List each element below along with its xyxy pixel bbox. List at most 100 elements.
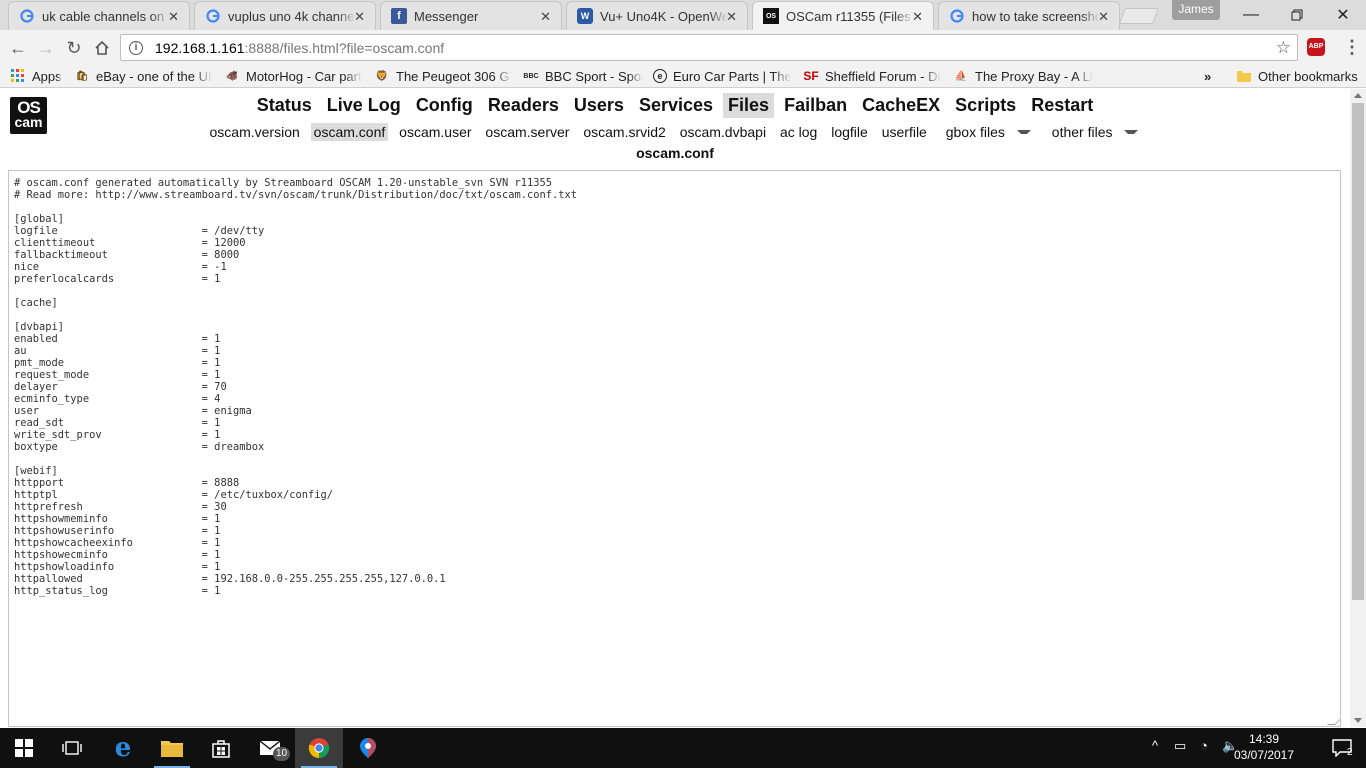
new-tab-button[interactable] [1119, 8, 1159, 24]
bookmark-other-folder[interactable]: Other bookmarks [1236, 67, 1364, 85]
menu-cacheex[interactable]: CacheEX [857, 93, 945, 118]
bookmark-bbc[interactable]: BBC BBC Sport - Sport [523, 67, 643, 85]
config-line: write_sdt_prov = 1 [14, 429, 221, 441]
tab-4[interactable]: OS OSCam r11355 (Files) ✕ [752, 1, 934, 30]
menu-files[interactable]: Files [723, 93, 775, 118]
mail-badge: 10 [273, 747, 291, 761]
bookmarks-overflow-icon[interactable]: » [1204, 67, 1218, 85]
bookmark-peugeot[interactable]: 🦁 The Peugeot 306 GTi [374, 67, 512, 85]
forward-icon[interactable]: → [35, 37, 57, 59]
close-icon[interactable]: ✕ [540, 9, 551, 25]
tab-1[interactable]: vuplus uno 4k channels ✕ [194, 1, 376, 30]
menu-readers[interactable]: Readers [483, 93, 564, 118]
resize-handle-icon[interactable] [1327, 717, 1340, 725]
clock-time: 14:39 [1248, 732, 1280, 746]
battery-icon[interactable]: ▭ [1174, 738, 1186, 754]
peugeot-icon: 🦁 [375, 70, 389, 82]
close-icon[interactable]: ✕ [912, 9, 923, 25]
bookmark-sheffield-forum[interactable]: SF Sheffield Forum - Dis [803, 67, 941, 85]
close-icon[interactable]: ✕ [726, 9, 737, 25]
config-line: # Read more: http://www.streamboard.tv/s… [14, 189, 578, 201]
home-icon[interactable] [91, 37, 113, 59]
taskbar-chrome[interactable] [295, 728, 343, 768]
minimize-icon[interactable]: — [1228, 0, 1274, 30]
config-line: httpshowloadinfo = 1 [14, 561, 221, 573]
taskbar-file-explorer[interactable] [148, 728, 196, 768]
taskbar-store[interactable] [197, 728, 245, 768]
action-center-button[interactable]: 2 [1318, 728, 1366, 768]
menu-services[interactable]: Services [634, 93, 718, 118]
menu-config[interactable]: Config [411, 93, 478, 118]
show-hidden-icons-icon[interactable]: ^ [1152, 738, 1158, 753]
bookmark-label: Sheffield Forum - Dis [825, 68, 941, 84]
file-link-oscam-srvid2[interactable]: oscam.srvid2 [580, 123, 668, 141]
folder-icon [1236, 68, 1252, 84]
tab-2[interactable]: f Messenger ✕ [380, 1, 562, 30]
tab-title: OSCam r11355 (Files) [786, 8, 914, 24]
close-window-icon[interactable]: ✕ [1320, 0, 1366, 30]
back-icon[interactable]: ← [7, 37, 29, 59]
tab-title: vuplus uno 4k channels [228, 8, 356, 24]
file-title: oscam.conf [636, 145, 714, 161]
config-line [14, 201, 1335, 213]
tab-title: uk cable channels on tv [42, 8, 170, 24]
address-bar[interactable]: i 192.168.1.161:8888/files.html?file=osc… [120, 34, 1298, 61]
system-clock[interactable]: 14:39 03/07/2017 [1232, 731, 1296, 763]
menu-users[interactable]: Users [569, 93, 629, 118]
restore-icon[interactable] [1274, 0, 1320, 30]
scrollbar-thumb[interactable] [1352, 103, 1364, 600]
file-link-userfile[interactable]: userfile [879, 123, 930, 141]
menu-scripts[interactable]: Scripts [950, 93, 1021, 118]
config-line: boxtype = dreambox [14, 441, 265, 453]
start-button[interactable] [0, 728, 48, 768]
task-view-button[interactable] [48, 728, 96, 768]
file-link-oscam-conf[interactable]: oscam.conf [310, 123, 389, 141]
menu-status[interactable]: Status [252, 93, 317, 118]
other-files-dropdown[interactable]: other files [1044, 122, 1144, 142]
scroll-up-icon[interactable] [1354, 93, 1362, 98]
bookmark-apps[interactable]: Apps [10, 67, 70, 85]
file-link-oscam-dvbapi[interactable]: oscam.dvbapi [677, 123, 769, 141]
info-icon[interactable]: i [129, 40, 143, 55]
config-line: delayer = 70 [14, 381, 227, 393]
bookmark-motorhog[interactable]: 🐗 MotorHog - Car parts [224, 67, 362, 85]
config-line: enabled = 1 [14, 333, 221, 345]
taskbar-mail[interactable]: 10 [246, 728, 294, 768]
file-link-oscam-user[interactable]: oscam.user [396, 123, 474, 141]
menu-live-log[interactable]: Live Log [322, 93, 406, 118]
config-line: httpshowmeminfo = 1 [14, 513, 221, 525]
page-scrollbar[interactable] [1350, 89, 1366, 727]
clock-date: 03/07/2017 [1233, 748, 1295, 762]
bookmark-eurocarparts[interactable]: e Euro Car Parts | The U [653, 67, 791, 85]
scroll-down-icon[interactable] [1354, 718, 1362, 723]
reload-icon[interactable]: ↻ [63, 37, 85, 59]
adblock-plus-icon[interactable]: ABP [1307, 38, 1325, 56]
bookmark-proxybay[interactable]: ⛵ The Proxy Bay - A List [953, 67, 1093, 85]
taskbar-maps[interactable] [344, 728, 392, 768]
bookmark-ebay[interactable]: 🛍 eBay - one of the UK [74, 67, 212, 85]
tab-3[interactable]: W Vu+ Uno4K - OpenWebif ✕ [566, 1, 748, 30]
config-line: clienttimeout = 12000 [14, 237, 246, 249]
close-icon[interactable]: ✕ [168, 9, 179, 25]
menu-failban[interactable]: Failban [779, 93, 852, 118]
file-link-oscam-version[interactable]: oscam.version [207, 123, 303, 141]
menu-restart[interactable]: Restart [1026, 93, 1098, 118]
menu-dots-icon[interactable]: ⋮ [1343, 38, 1361, 56]
bookmark-star-icon[interactable]: ☆ [1276, 38, 1291, 58]
config-file-editor[interactable]: # oscam.conf generated automatically by … [8, 170, 1341, 727]
close-icon[interactable]: ✕ [354, 9, 365, 25]
tab-title: Messenger [414, 8, 479, 24]
taskbar-edge[interactable]: e [99, 728, 147, 768]
file-link-oscam-server[interactable]: oscam.server [482, 123, 572, 141]
bookmark-label: The Peugeot 306 GTi [396, 68, 512, 84]
tab-5[interactable]: how to take screenshot ✕ [938, 1, 1120, 30]
apps-grid-icon [10, 68, 26, 84]
tab-0[interactable]: uk cable channels on tv ✕ [8, 1, 190, 30]
file-link-ac-log[interactable]: ac log [777, 123, 820, 141]
close-icon[interactable]: ✕ [1098, 9, 1109, 25]
bookmark-label: MotorHog - Car parts [246, 68, 362, 84]
file-link-logfile[interactable]: logfile [828, 123, 871, 141]
profile-button[interactable]: James [1172, 0, 1220, 20]
wifi-icon[interactable]: ◔ [1200, 738, 1208, 753]
gbox-files-dropdown[interactable]: gbox files [938, 122, 1036, 142]
